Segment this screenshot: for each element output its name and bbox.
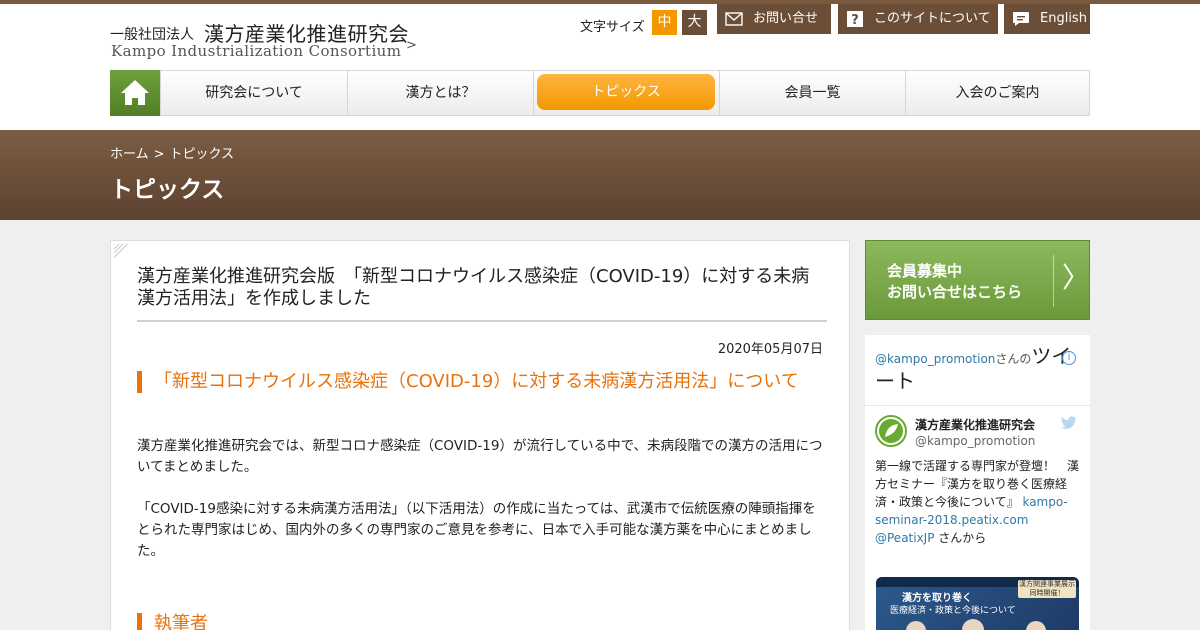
nav-item-join[interactable]: 入会のご案内 [905, 71, 1089, 115]
english-label: English [1040, 11, 1087, 26]
contact-label: お問い合せ [753, 11, 819, 26]
breadcrumb-separator: > [153, 147, 165, 162]
twitter-handle-suffix: さんの [995, 352, 1032, 366]
twitter-handle-link[interactable]: @kampo_promotion [875, 352, 995, 366]
mail-icon [725, 12, 743, 26]
org-type-label: 一般社団法人 [110, 27, 194, 43]
font-size-label: 文字サイズ [580, 20, 645, 35]
site-logo[interactable]: 一般社団法人 漢方産業化推進研究会 Kampo Industrializatio… [110, 18, 430, 64]
english-button[interactable]: English [1004, 4, 1090, 34]
org-name-english: Kampo Industrialization Consortium [111, 42, 402, 60]
tweet-image-subtitle: 医療経済・政策と今後について [890, 606, 1016, 616]
twitter-bird-icon[interactable] [1061, 416, 1077, 430]
recruit-line-1: 会員募集中 [887, 262, 963, 280]
info-icon[interactable]: i [1062, 351, 1076, 365]
font-size-large-button[interactable]: 大 [682, 10, 707, 35]
speech-bubble-icon [1013, 12, 1029, 26]
speaker-photo [962, 619, 984, 630]
org-arrow: > [406, 38, 417, 53]
svg-text:?: ? [851, 13, 859, 27]
tweet-text: 第一線で活躍する専門家が登壇！ 漢方セミナー『漢方を取り巻く医療経済・政策と今後… [875, 457, 1080, 547]
breadcrumb-home[interactable]: ホーム [110, 147, 149, 162]
about-site-label: このサイトについて [874, 11, 991, 26]
nav-home-button[interactable] [110, 70, 160, 116]
nav-item-topics[interactable]: トピックス [533, 71, 719, 115]
font-size-medium-button[interactable]: 中 [652, 10, 677, 35]
tweet-account-name[interactable]: 漢方産業化推進研究会 [915, 416, 1035, 433]
avatar[interactable] [875, 415, 907, 447]
banner-divider [1053, 255, 1054, 307]
about-site-button[interactable]: ? このサイトについて [838, 4, 998, 34]
article-title: 漢方産業化推進研究会版 「新型コロナウイルス感染症（COVID-19）に対する未… [137, 266, 827, 322]
twitter-divider [865, 405, 1090, 406]
member-recruit-banner[interactable]: 会員募集中 お問い合せはこちら 〉 [865, 240, 1090, 320]
contact-button[interactable]: お問い合せ [717, 4, 831, 34]
tweet-image-title: 漢方を取り巻く [902, 593, 972, 604]
recruit-line-2: お問い合せはこちら [887, 283, 1023, 301]
nav-topics-label: トピックス [537, 74, 715, 110]
tweet-suffix: さんから [934, 531, 987, 545]
article-date: 2020年05月07日 [717, 342, 823, 357]
tweet-account-handle[interactable]: @kampo_promotion [915, 434, 1035, 448]
breadcrumb-current: トピックス [169, 147, 235, 162]
paragraph-2: 「COVID-19感染に対する未病漢方活用法」（以下活用法）の作成に当たっては、… [137, 501, 816, 559]
section-heading-authors: 執筆者 [137, 613, 257, 630]
breadcrumb: ホーム > トピックス [110, 143, 239, 162]
section-heading: 「新型コロナウイルス感染症（COVID-19）に対する未病漢方活用法」について [137, 371, 813, 393]
tweet-image-badge: 漢方関連事業展示同時開催！ [1018, 580, 1076, 598]
global-nav: 研究会について 漢方とは？ トピックス 会員一覧 入会のご案内 [110, 70, 1090, 116]
speaker-photo [1026, 621, 1046, 630]
page-banner: ホーム > トピックス トピックス [0, 130, 1200, 220]
home-icon [121, 80, 149, 105]
nav-item-kampo[interactable]: 漢方とは？ [347, 71, 533, 115]
nav-item-about[interactable]: 研究会について [160, 71, 347, 115]
page-title: トピックス [110, 177, 225, 203]
site-header: 一般社団法人 漢方産業化推進研究会 Kampo Industrializatio… [0, 4, 1200, 130]
article-panel: 漢方産業化推進研究会版 「新型コロナウイルス感染症（COVID-19）に対する未… [110, 240, 850, 630]
paragraph-1: 漢方産業化推進研究会では、新型コロナ感染症（COVID-19）が流行している中で… [137, 438, 823, 475]
chevron-right-icon: 〉 [1062, 261, 1091, 294]
speaker-photo [906, 621, 926, 630]
twitter-widget-header: @kampo_promotionさんのツイート [875, 345, 1080, 395]
twitter-widget: @kampo_promotionさんのツイート i 漢方産業化推進研究会 @ka… [865, 335, 1090, 630]
tweet-image[interactable]: 漢方関連事業展示同時開催！ 漢方を取り巻く 医療経済・政策と今後について [876, 577, 1079, 630]
leaf-logo-icon [879, 419, 903, 443]
question-icon: ? [847, 11, 863, 27]
corner-decoration [114, 244, 130, 260]
nav-item-members[interactable]: 会員一覧 [719, 71, 905, 115]
